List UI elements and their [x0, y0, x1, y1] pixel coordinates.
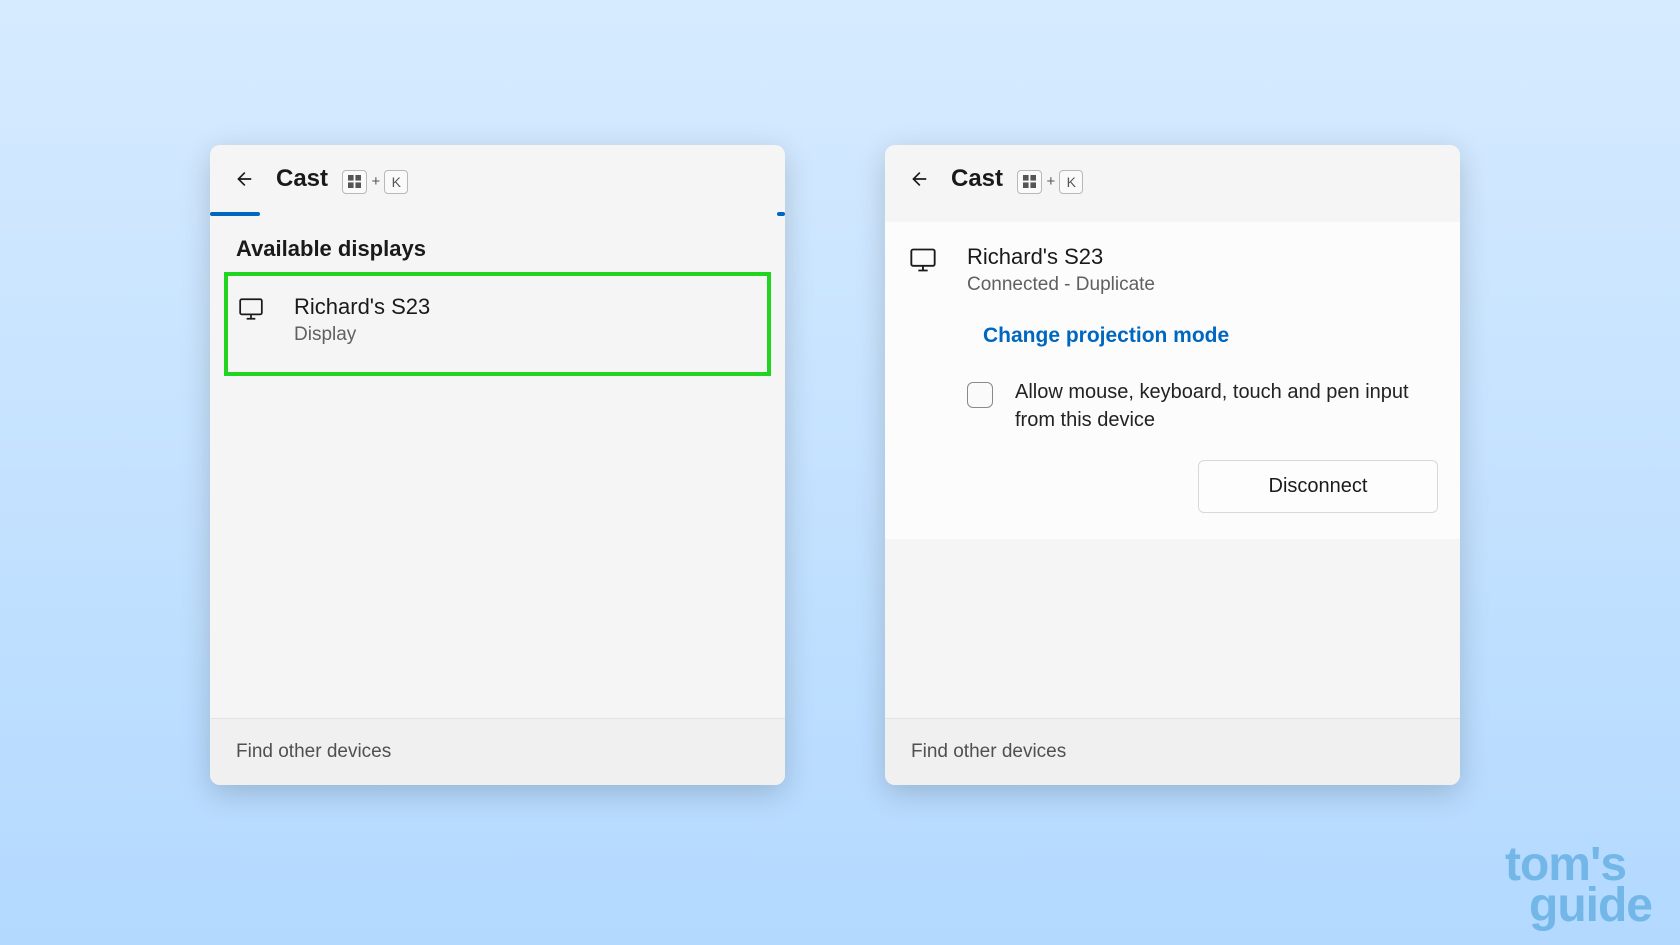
monitor-icon: [909, 246, 935, 272]
change-projection-mode-link[interactable]: Change projection mode: [983, 324, 1440, 348]
device-status: Connected - Duplicate: [967, 274, 1155, 296]
monitor-icon: [238, 296, 264, 322]
device-name: Richard's S23: [294, 294, 430, 320]
available-display-item[interactable]: Richard's S23 Display: [224, 272, 771, 376]
windows-key-icon: [1017, 170, 1042, 194]
panel-footer: Find other devices: [885, 718, 1460, 785]
connected-device-header: Richard's S23 Connected - Duplicate: [905, 244, 1440, 296]
watermark-logo: tom's guide: [1505, 845, 1652, 927]
panel-title: Cast: [951, 165, 1003, 192]
device-type: Display: [294, 324, 430, 346]
panel-header: Cast + K: [210, 145, 785, 212]
cast-panel-connected: Cast + K: [885, 145, 1460, 785]
panel-footer: Find other devices: [210, 718, 785, 785]
device-name: Richard's S23: [967, 244, 1155, 270]
device-text: Richard's S23 Connected - Duplicate: [967, 244, 1155, 296]
connected-device-card: Richard's S23 Connected - Duplicate Chan…: [885, 222, 1460, 539]
key-k: K: [1059, 170, 1083, 194]
allow-input-label: Allow mouse, keyboard, touch and pen inp…: [1015, 378, 1420, 434]
allow-input-row: Allow mouse, keyboard, touch and pen inp…: [967, 378, 1440, 434]
allow-input-checkbox[interactable]: [967, 382, 993, 408]
keyboard-shortcut: + K: [342, 170, 408, 194]
device-text: Richard's S23 Display: [294, 294, 430, 346]
key-k: K: [384, 170, 408, 194]
cast-panel-available: Cast + K Available displays: [210, 145, 785, 785]
plus-separator: +: [1046, 173, 1055, 190]
windows-key-icon: [342, 170, 367, 194]
find-other-devices-link[interactable]: Find other devices: [911, 741, 1066, 762]
progress-indicator: [210, 212, 785, 216]
keyboard-shortcut: + K: [1017, 170, 1083, 194]
watermark-line2: guide: [1505, 886, 1652, 927]
panel-title: Cast: [276, 165, 328, 192]
disconnect-button[interactable]: Disconnect: [1198, 460, 1438, 513]
plus-separator: +: [371, 173, 380, 190]
find-other-devices-link[interactable]: Find other devices: [236, 741, 391, 762]
back-arrow-icon[interactable]: [232, 168, 254, 190]
panel-title-group: Cast + K: [276, 165, 408, 194]
panel-title-group: Cast + K: [951, 165, 1083, 194]
back-arrow-icon[interactable]: [907, 168, 929, 190]
panel-header: Cast + K: [885, 145, 1460, 212]
available-displays-heading: Available displays: [210, 216, 785, 272]
